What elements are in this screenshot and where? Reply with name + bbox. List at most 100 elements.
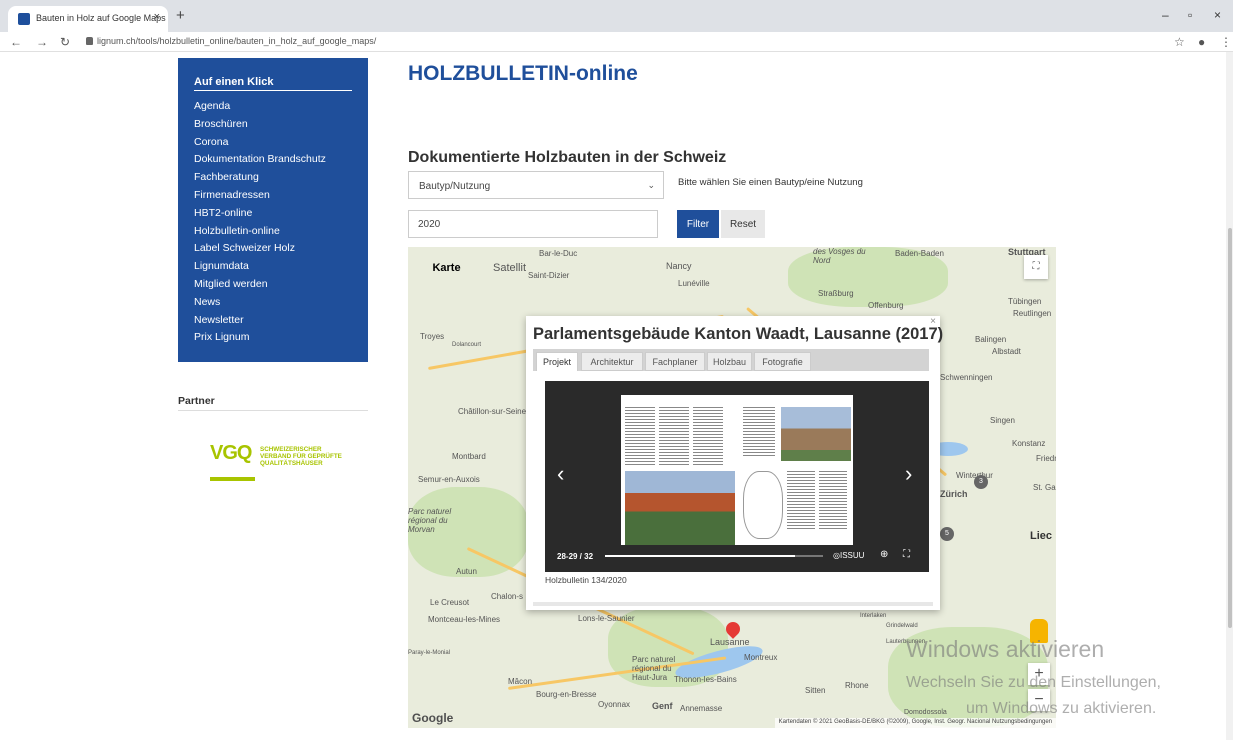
windows-activation-line: Wechseln Sie zu den Einstellungen, [906, 674, 1161, 691]
marker-cluster[interactable]: 3 [974, 475, 988, 489]
sidebar-item-brandschutz[interactable]: Dokumentation Brandschutz [194, 152, 326, 170]
marker-cluster[interactable]: 5 [940, 527, 954, 541]
minimize-button[interactable]: – [1162, 8, 1169, 22]
tab-fachplaner[interactable]: Fachplaner [645, 352, 705, 371]
tab-architektur[interactable]: Architektur [581, 352, 643, 371]
info-window-title: Parlamentsgebäude Kanton Waadt, Lausanne… [533, 325, 944, 343]
map-label: Bar-le-Duc [539, 249, 578, 258]
map-label: Liec [1030, 530, 1053, 542]
map-label: Montbard [452, 452, 486, 461]
close-icon[interactable]: × [930, 316, 936, 327]
map-label: Lausanne [710, 637, 750, 647]
sidebar-heading: Auf einen Klick [194, 76, 274, 88]
map-label: Autun [456, 567, 477, 576]
favicon-icon [18, 13, 30, 25]
map-label: Albstadt [992, 347, 1021, 356]
sidebar-item-fachberatung[interactable]: Fachberatung [194, 170, 326, 188]
map-label: Interlaken [860, 613, 887, 619]
new-tab-button[interactable]: + [176, 7, 185, 24]
map-label: Singen [990, 416, 1015, 425]
map-label: des Vosges du Nord [813, 247, 866, 265]
tab-holzbau[interactable]: Holzbau [707, 352, 752, 371]
sidebar-item-corona[interactable]: Corona [194, 135, 326, 153]
map-label: Straßburg [818, 289, 854, 298]
vgq-logo[interactable]: VGQ SCHWEIZERISCHER VERBAND FÜR GEPRÜFTE… [210, 442, 342, 492]
page-scrollbar-thumb[interactable] [1228, 228, 1232, 628]
star-icon[interactable]: ☆ [1174, 35, 1185, 49]
vgq-logo-text: SCHWEIZERISCHER VERBAND FÜR GEPRÜFTE QUA… [260, 446, 342, 467]
address-bar[interactable]: lignum.ch/tools/holzbulletin_online/baut… [97, 36, 376, 46]
map-label: Balingen [975, 335, 1007, 344]
vgq-logo-letters: VGQ [210, 442, 252, 464]
close-window-button[interactable]: × [1214, 8, 1221, 22]
reset-button[interactable]: Reset [721, 210, 765, 238]
lock-icon [86, 37, 93, 45]
sidebar-item-lignumdata[interactable]: Lignumdata [194, 259, 326, 277]
viewer-progress-bar[interactable] [605, 555, 795, 557]
map-label: Friedr [1036, 454, 1056, 463]
map-label: Parc naturel régional du Morvan [408, 507, 452, 534]
map-label: Châtillon-sur-Seine [458, 407, 527, 416]
issuu-logo[interactable]: ◎ISSUU [833, 551, 864, 560]
document-page-left [621, 395, 737, 545]
windows-activation-text: Wechseln Sie zu den Einstellungen, um Wi… [906, 670, 1161, 722]
map-label: Le Creusot [430, 598, 470, 607]
sidebar-item-mitglied[interactable]: Mitglied werden [194, 277, 326, 295]
bautyp-select[interactable]: Bautyp/Nutzung ⌄ [408, 171, 664, 199]
sidebar-item-news[interactable]: News [194, 295, 326, 313]
google-logo[interactable]: Google [412, 711, 453, 725]
back-icon[interactable]: ← [10, 35, 22, 49]
map-label: Montceau-les-Mines [428, 615, 501, 624]
page-count: 28-29 / 32 [557, 552, 594, 561]
fullscreen-icon[interactable]: ⛶ [903, 549, 910, 560]
issuu-viewer[interactable]: ‹ › 28-29 / 32 ◎ISSUU ⊕ ⛶ [545, 381, 929, 572]
tab-close-icon[interactable]: × [154, 11, 160, 23]
map-label: Sitten [805, 686, 826, 695]
sidebar-item-newsletter[interactable]: Newsletter [194, 313, 326, 331]
sidebar-item-holzbulletin[interactable]: Holzbulletin-online [194, 224, 326, 242]
sidebar-divider [194, 90, 352, 91]
year-input[interactable]: 2020 [408, 210, 658, 238]
previous-page-icon[interactable]: ‹ [557, 461, 564, 487]
sidebar-item-agenda[interactable]: Agenda [194, 99, 326, 117]
text-column [787, 471, 815, 531]
forward-icon[interactable]: → [36, 35, 48, 49]
map-type-satellit[interactable]: Satellit [478, 254, 541, 282]
sidebar-item-hbt2[interactable]: HBT2-online [194, 206, 326, 224]
map-label: Lunéville [678, 279, 710, 288]
profile-icon[interactable]: ● [1198, 35, 1205, 49]
zoom-icon[interactable]: ⊕ [880, 549, 888, 560]
bautyp-select-value: Bautyp/Nutzung [419, 181, 491, 192]
reload-icon[interactable]: ↻ [60, 35, 70, 49]
browser-tab[interactable]: Bauten in Holz auf Google Maps × [8, 6, 168, 32]
map-type-karte[interactable]: Karte [415, 254, 478, 282]
map-label: Schwenningen [940, 373, 993, 382]
map-label: Parc naturel régional du Haut-Jura [632, 655, 676, 682]
map-label: Semur-en-Auxois [418, 475, 480, 484]
sidebar-item-firmenadressen[interactable]: Firmenadressen [194, 188, 326, 206]
info-tabs: Projekt Architektur Fachplaner Holzbau F… [533, 349, 929, 371]
tab-fotografie[interactable]: Fotografie [754, 352, 811, 371]
menu-icon[interactable]: ⋮ [1220, 35, 1232, 49]
next-page-icon[interactable]: › [905, 461, 912, 487]
sidebar-item-label[interactable]: Label Schweizer Holz [194, 241, 326, 259]
text-column [693, 407, 723, 467]
horizontal-scrollbar[interactable] [533, 602, 933, 606]
fullscreen-icon[interactable]: ⛶ [1024, 255, 1048, 279]
map-info-window: Parlamentsgebäude Kanton Waadt, Lausanne… [526, 316, 944, 610]
chevron-down-icon: ⌄ [647, 180, 655, 190]
sidebar-item-broschueren[interactable]: Broschüren [194, 117, 326, 135]
tab-projekt[interactable]: Projekt [536, 352, 578, 371]
filter-button[interactable]: Filter [677, 210, 719, 238]
map-label: Paray-le-Monial [408, 650, 451, 656]
viewer-progress-track[interactable] [795, 555, 823, 557]
sidebar-item-prix-lignum[interactable]: Prix Lignum [194, 330, 326, 348]
map-label: Rhone [845, 681, 869, 690]
sidebar-list: Agenda Broschüren Corona Dokumentation B… [194, 99, 326, 348]
browser-toolbar: ← → ↻ lignum.ch/tools/holzbulletin_onlin… [0, 32, 1233, 52]
text-column [819, 471, 847, 531]
map-label: St. Ga [1033, 483, 1056, 492]
maximize-button[interactable]: ▫ [1188, 8, 1192, 22]
map-label: Grindelwald [886, 623, 918, 629]
floor-plan-drawing [743, 471, 783, 539]
